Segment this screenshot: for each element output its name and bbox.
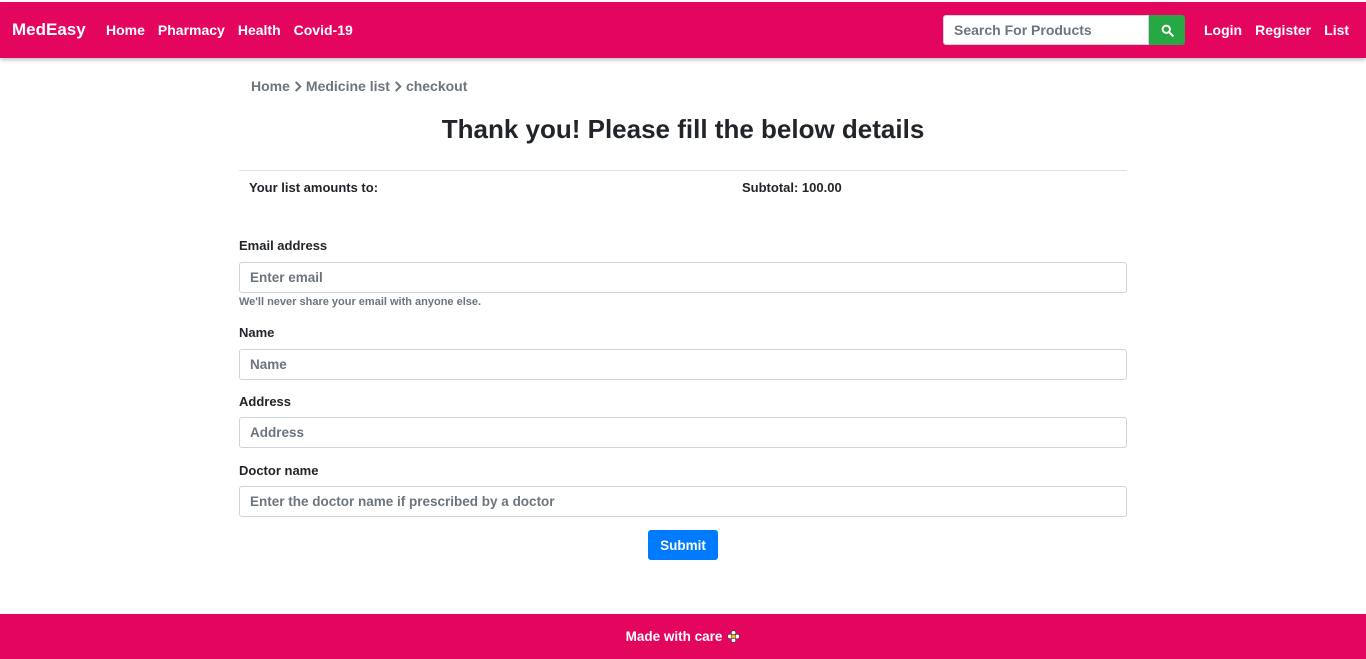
address-label: Address: [239, 394, 292, 409]
chevron-right-icon: [394, 80, 402, 92]
breadcrumb-checkout: checkout: [405, 78, 468, 94]
summary-label: Your list amounts to:: [249, 180, 379, 195]
doctor-name-field[interactable]: [239, 486, 1127, 517]
auth-links: Login Register List: [1204, 22, 1349, 38]
search-icon: [1161, 24, 1174, 37]
register-link[interactable]: Register: [1255, 22, 1311, 38]
breadcrumb-medicine-list[interactable]: Medicine list: [306, 78, 390, 94]
nav-link-pharmacy[interactable]: Pharmacy: [158, 22, 225, 38]
brand-logo[interactable]: MedEasy: [12, 20, 86, 40]
divider: [239, 170, 1127, 171]
navbar: MedEasy Home Pharmacy Health Covid-19 Lo…: [0, 2, 1366, 58]
doctor-name-label: Doctor name: [239, 463, 319, 478]
name-label: Name: [239, 325, 275, 340]
flower-icon: [727, 630, 741, 643]
footer-text: Made with care: [625, 629, 723, 644]
nav-link-home[interactable]: Home: [106, 22, 145, 38]
nav-links: Home Pharmacy Health Covid-19: [106, 22, 353, 38]
name-field[interactable]: [239, 349, 1127, 380]
search-input[interactable]: [943, 15, 1149, 45]
search-button[interactable]: [1149, 15, 1185, 45]
page-title: Thank you! Please fill the below details: [441, 114, 925, 144]
login-link[interactable]: Login: [1204, 22, 1242, 38]
chevron-right-icon: [294, 80, 302, 92]
submit-button[interactable]: Submit: [648, 530, 718, 560]
email-field[interactable]: [239, 262, 1127, 293]
breadcrumb-home[interactable]: Home: [251, 78, 290, 94]
list-link[interactable]: List: [1324, 22, 1349, 38]
footer: Made with care: [0, 614, 1366, 659]
breadcrumb: Home Medicine list checkout: [251, 78, 467, 94]
email-label: Email address: [239, 238, 328, 253]
search-bar: [943, 15, 1185, 45]
email-help-text: We'll never share your email with anyone…: [239, 296, 482, 308]
nav-link-health[interactable]: Health: [238, 22, 281, 38]
nav-link-covid[interactable]: Covid-19: [294, 22, 353, 38]
address-field[interactable]: [239, 417, 1127, 448]
subtotal-value: Subtotal: 100.00: [742, 180, 842, 195]
